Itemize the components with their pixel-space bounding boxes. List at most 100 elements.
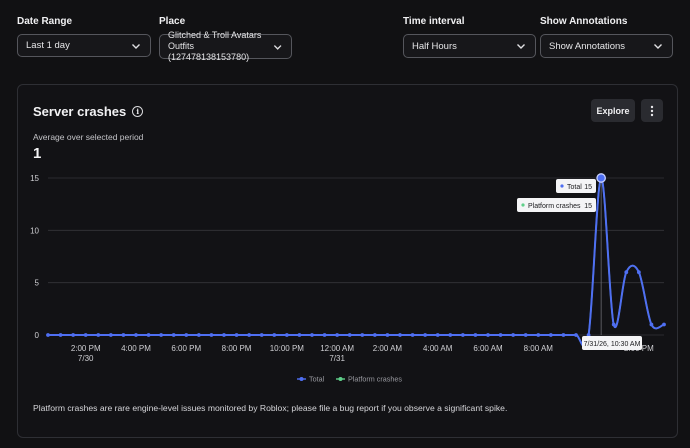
- tooltip-total-swatch: [560, 184, 564, 188]
- x-tick-label: 2:00 PM: [71, 344, 101, 353]
- date-range-label: Date Range: [17, 16, 73, 27]
- data-point: [435, 333, 440, 337]
- data-point: [284, 333, 289, 337]
- legend-swatch: [299, 377, 304, 381]
- x-tick-label: 6:00 AM: [473, 344, 503, 353]
- data-point: [486, 333, 490, 337]
- data-point: [649, 322, 654, 327]
- data-point: [58, 333, 63, 337]
- data-point: [83, 333, 88, 337]
- data-point: [46, 333, 50, 337]
- server-crashes-chart: 0 5 10 15 2:00 PM7/30 4:00 PM 6:00 PM 8:00 PM 1…: [30, 173, 666, 384]
- x-tick-label: 6:00 PM: [171, 344, 201, 353]
- data-point: [523, 333, 528, 337]
- y-tick-label: 5: [35, 279, 40, 288]
- data-point: [310, 333, 314, 337]
- data-point: [96, 333, 101, 337]
- annotations-filter: Show Annotations Show Annotations: [540, 16, 673, 58]
- data-point: [398, 333, 402, 337]
- data-point: [385, 333, 390, 337]
- data-point: [448, 333, 453, 337]
- data-point: [511, 333, 516, 337]
- data-point: [247, 333, 252, 337]
- y-tick-label: 10: [30, 226, 39, 235]
- place-value-line2: Outfits (127478138153780): [168, 41, 250, 62]
- data-point: [662, 322, 666, 327]
- time-interval-label: Time interval: [403, 16, 465, 27]
- data-point: [234, 333, 239, 337]
- date-range-select[interactable]: Last 1 day: [17, 34, 151, 57]
- data-point: [498, 333, 503, 337]
- data-point: [335, 333, 340, 337]
- chevron-down-icon: [132, 43, 140, 49]
- x-tick-label: 4:00 AM: [423, 344, 453, 353]
- data-point: [222, 333, 226, 337]
- data-point: [548, 333, 553, 337]
- x-tick-label: 12:00 AM: [320, 344, 354, 353]
- x-tick-label-date: 7/30: [78, 354, 94, 363]
- date-range-value: Last 1 day: [26, 40, 70, 51]
- data-point: [624, 270, 629, 275]
- data-point: [134, 333, 138, 337]
- time-interval-filter: Time interval Half Hours: [403, 16, 536, 58]
- data-point: [322, 333, 327, 337]
- y-tick-label: 15: [30, 174, 39, 183]
- data-point: [196, 333, 201, 337]
- chevron-down-icon: [517, 44, 525, 49]
- x-tick-label-date: 7/31: [329, 354, 345, 363]
- annotations-select[interactable]: Show Annotations: [540, 34, 673, 58]
- place-select[interactable]: Glitched & Troll Avatars Outfits (127478…: [159, 30, 292, 62]
- legend-label: Total: [309, 375, 325, 384]
- tooltip-platform-swatch: [521, 203, 525, 207]
- data-point: [297, 333, 302, 337]
- data-point: [611, 322, 616, 327]
- tooltip-total-value: 15: [584, 184, 592, 191]
- x-tick-label: 10:00 PM: [270, 344, 305, 353]
- annotations-value: Show Annotations: [549, 40, 626, 52]
- place-value-line1: Glitched & Troll Avatars: [168, 30, 262, 40]
- footnote: Platform crashes are rare engine-level i…: [33, 403, 508, 413]
- data-point: [636, 270, 641, 275]
- data-point: [473, 333, 478, 337]
- y-tick-label: 0: [35, 331, 40, 340]
- legend-label: Platform crashes: [348, 375, 402, 384]
- data-point: [71, 333, 76, 337]
- data-point: [121, 333, 126, 337]
- x-tick-label: 8:00 AM: [524, 344, 554, 353]
- x-tick-label: 4:00 PM: [121, 344, 151, 353]
- data-point: [184, 333, 189, 337]
- chevron-down-icon: [654, 44, 662, 49]
- tooltip-total-name: Total: [567, 184, 582, 191]
- data-point: [423, 333, 428, 337]
- date-range-filter: Date Range Last 1 day: [17, 16, 151, 57]
- data-point: [561, 333, 566, 337]
- tooltip-platform-name: Platform crashes: [528, 203, 581, 210]
- time-interval-select[interactable]: Half Hours: [403, 34, 536, 58]
- data-point: [410, 333, 415, 337]
- data-point: [460, 333, 465, 337]
- tooltip-time: 7/31/26, 10:30 AM: [584, 341, 641, 348]
- place-value: Glitched & Troll Avatars Outfits (127478…: [168, 30, 272, 63]
- data-point: [209, 333, 214, 337]
- x-tick-label: 2:00 AM: [373, 344, 403, 353]
- tooltip-platform-value: 15: [584, 203, 592, 210]
- time-interval-value: Half Hours: [412, 40, 457, 52]
- data-point: [536, 333, 541, 337]
- server-crashes-card: Server crashes i Explore Average over se…: [17, 84, 678, 438]
- data-point: [159, 333, 164, 337]
- x-tick-label: 8:00 PM: [222, 344, 252, 353]
- chevron-down-icon: [273, 44, 282, 50]
- place-filter: Place Glitched & Troll Avatars Outfits (…: [159, 16, 292, 62]
- data-point: [574, 333, 578, 337]
- data-point: [372, 333, 377, 337]
- data-point: [171, 333, 176, 337]
- data-point: [108, 333, 113, 337]
- data-point: [360, 333, 365, 337]
- data-point: [146, 333, 151, 337]
- data-point: [259, 333, 264, 337]
- data-point: [347, 333, 352, 337]
- legend-swatch: [338, 377, 343, 381]
- place-label: Place: [159, 16, 186, 27]
- data-point: [272, 333, 277, 337]
- annotations-label: Show Annotations: [540, 16, 628, 27]
